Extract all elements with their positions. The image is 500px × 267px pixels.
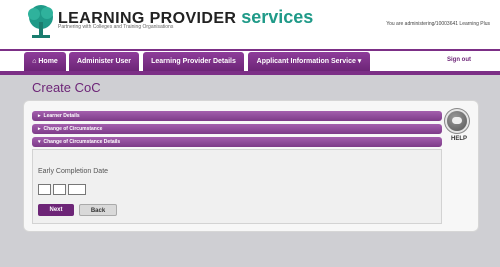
main-nav: ⌂ Home Administer User Learning Provider… bbox=[0, 51, 500, 75]
brand-accent: services bbox=[241, 7, 314, 27]
date-month-input[interactable] bbox=[53, 184, 66, 195]
header-bar: LEARNING PROVIDER services Partnering wi… bbox=[0, 0, 500, 51]
next-button[interactable]: Next bbox=[38, 204, 74, 216]
accordion-label: Change of Circumstance Details bbox=[43, 139, 121, 145]
user-info: You are administering/10003641 Learning … bbox=[386, 21, 490, 27]
page-title: Create CoC bbox=[32, 80, 101, 95]
tab-home[interactable]: ⌂ Home bbox=[24, 52, 66, 71]
accordion-label: Change of Circumstance bbox=[43, 126, 103, 132]
chevron-down-icon: ▾ bbox=[38, 139, 41, 145]
tab-administer-user[interactable]: Administer User bbox=[69, 52, 139, 71]
brand-tagline: Partnering with Colleges and Training Or… bbox=[58, 24, 174, 30]
signout-link[interactable]: Sign out bbox=[447, 57, 471, 63]
back-button[interactable]: Back bbox=[79, 204, 117, 216]
accordion-learner-details[interactable]: ▸ Learner Details bbox=[32, 111, 442, 121]
chevron-right-icon: ▸ bbox=[38, 126, 41, 132]
chevron-right-icon: ▸ bbox=[38, 113, 41, 119]
help-icon[interactable] bbox=[447, 111, 467, 131]
tab-applicant-information-service[interactable]: Applicant Information Service ▾ bbox=[248, 52, 370, 71]
accordion-change-of-circumstance[interactable]: ▸ Change of Circumstance bbox=[32, 124, 442, 134]
help-label: HELP bbox=[451, 136, 468, 142]
date-year-input[interactable] bbox=[68, 184, 86, 195]
accordion-label: Learner Details bbox=[43, 113, 80, 119]
tab-learning-provider-details[interactable]: Learning Provider Details bbox=[143, 52, 244, 71]
date-day-input[interactable] bbox=[38, 184, 51, 195]
early-completion-date-label: Early Completion Date bbox=[38, 168, 109, 175]
tree-logo-icon bbox=[28, 5, 53, 38]
accordion-change-of-circumstance-details[interactable]: ▾ Change of Circumstance Details bbox=[32, 137, 442, 147]
